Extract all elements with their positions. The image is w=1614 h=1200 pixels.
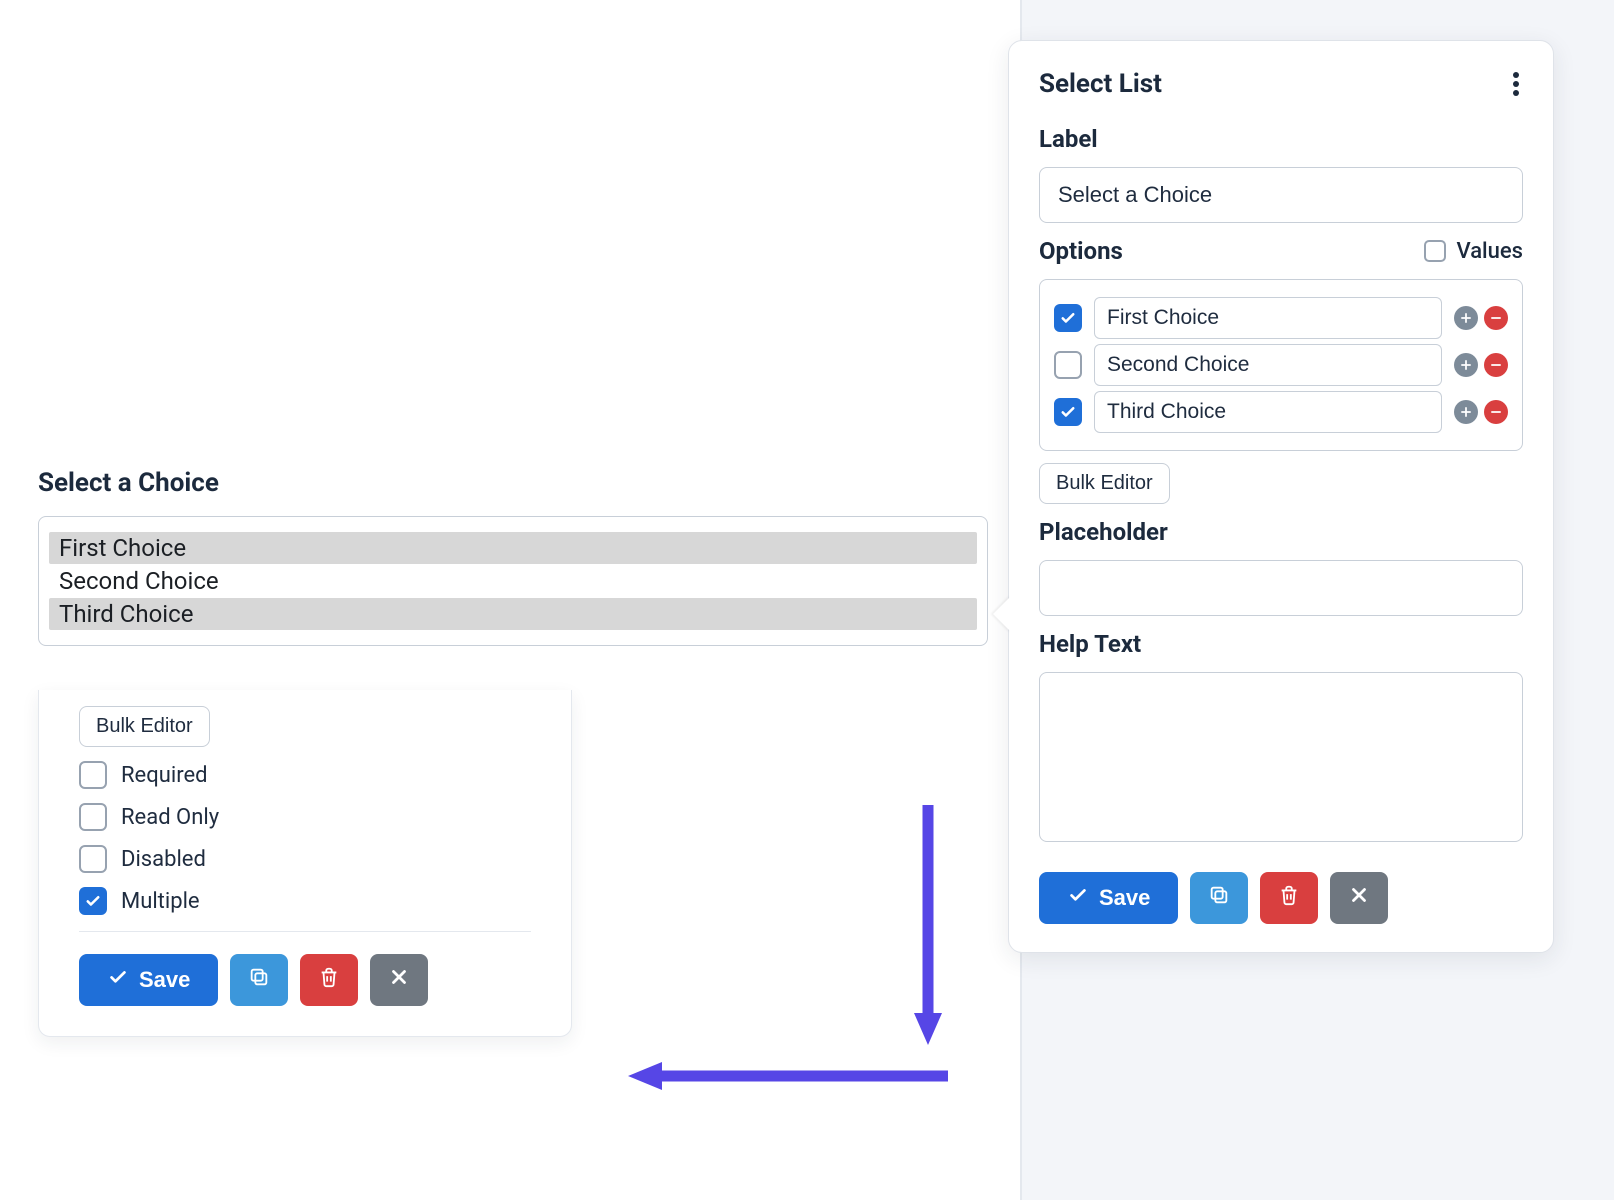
label-input[interactable] <box>1039 167 1523 223</box>
delete-button[interactable] <box>300 954 358 1006</box>
duplicate-button[interactable] <box>230 954 288 1006</box>
placeholder-heading: Placeholder <box>1039 518 1523 546</box>
placeholder-input[interactable] <box>1039 560 1523 616</box>
duplicate-button[interactable] <box>1190 872 1248 924</box>
check-icon <box>107 966 129 994</box>
option-default-checkbox[interactable] <box>1054 398 1082 426</box>
save-button[interactable]: Save <box>1039 872 1178 924</box>
remove-option-button[interactable] <box>1484 306 1508 330</box>
checkbox-label: Required <box>121 763 208 788</box>
option-default-checkbox[interactable] <box>1054 351 1082 379</box>
cancel-button[interactable] <box>1330 872 1388 924</box>
bulk-editor-button[interactable]: Bulk Editor <box>1039 463 1170 504</box>
values-toggle[interactable]: Values <box>1424 239 1523 264</box>
option-text-input[interactable] <box>1094 297 1442 339</box>
option-row <box>1054 297 1508 339</box>
preview-option[interactable]: Third Choice <box>49 598 977 630</box>
checkbox-label: Read Only <box>121 805 219 830</box>
preview-field-label: Select a Choice <box>38 468 219 498</box>
copy-icon <box>1208 884 1230 912</box>
field-settings-card: Bulk Editor Required Read Only Disabled … <box>38 690 572 1037</box>
save-button[interactable]: Save <box>79 954 218 1006</box>
delete-button[interactable] <box>1260 872 1318 924</box>
cancel-button[interactable] <box>370 954 428 1006</box>
preview-select-multiple[interactable]: First Choice Second Choice Third Choice <box>38 516 988 646</box>
disabled-toggle[interactable]: Disabled <box>79 845 531 873</box>
checkbox-label: Multiple <box>121 889 200 914</box>
trash-icon <box>318 966 340 994</box>
add-option-button[interactable] <box>1454 306 1478 330</box>
help-text-heading: Help Text <box>1039 630 1523 658</box>
close-icon <box>1348 884 1370 912</box>
multiple-toggle[interactable]: Multiple <box>79 887 531 915</box>
more-options-button[interactable] <box>1509 63 1523 105</box>
close-icon <box>388 966 410 994</box>
option-text-input[interactable] <box>1094 391 1442 433</box>
trash-icon <box>1278 884 1300 912</box>
label-heading: Label <box>1039 125 1523 153</box>
remove-option-button[interactable] <box>1484 400 1508 424</box>
checkbox-unchecked-icon <box>1424 240 1446 262</box>
readonly-toggle[interactable]: Read Only <box>79 803 531 831</box>
values-toggle-label: Values <box>1456 239 1523 264</box>
checkbox-label: Disabled <box>121 847 206 872</box>
checkbox-unchecked-icon <box>79 761 107 789</box>
divider <box>79 931 531 932</box>
checkbox-checked-icon <box>79 887 107 915</box>
panel-title: Select List <box>1039 69 1162 99</box>
add-option-button[interactable] <box>1454 400 1478 424</box>
options-list <box>1039 279 1523 451</box>
bulk-editor-button[interactable]: Bulk Editor <box>79 706 210 747</box>
option-row <box>1054 391 1508 433</box>
field-config-panel: Select List Label Options Values <box>1008 40 1554 953</box>
save-button-label: Save <box>1099 885 1150 911</box>
checkbox-unchecked-icon <box>79 803 107 831</box>
check-icon <box>1067 884 1089 912</box>
annotation-arrow-left-icon <box>628 1060 948 1092</box>
option-text-input[interactable] <box>1094 344 1442 386</box>
required-toggle[interactable]: Required <box>79 761 531 789</box>
preview-option[interactable]: Second Choice <box>49 565 977 597</box>
add-option-button[interactable] <box>1454 353 1478 377</box>
preview-option[interactable]: First Choice <box>49 532 977 564</box>
checkbox-unchecked-icon <box>79 845 107 873</box>
save-button-label: Save <box>139 967 190 993</box>
remove-option-button[interactable] <box>1484 353 1508 377</box>
option-row <box>1054 344 1508 386</box>
help-text-input[interactable] <box>1039 672 1523 842</box>
option-default-checkbox[interactable] <box>1054 304 1082 332</box>
panel-pointer-icon <box>993 596 1011 632</box>
copy-icon <box>248 966 270 994</box>
annotation-arrow-down-icon <box>912 805 944 1045</box>
options-heading: Options <box>1039 237 1123 265</box>
